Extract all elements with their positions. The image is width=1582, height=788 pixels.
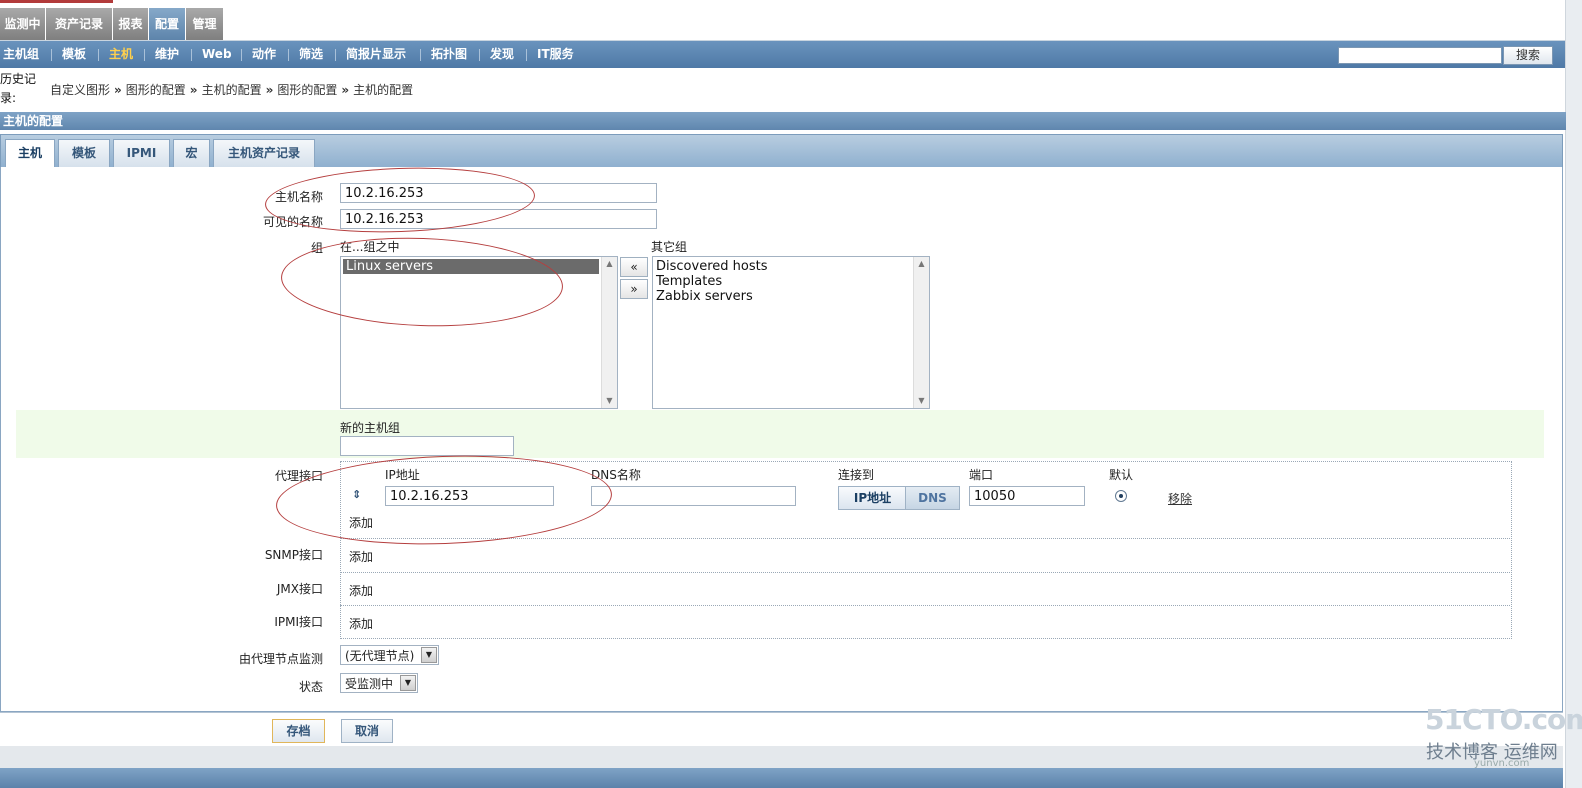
page-footer-gap: [0, 746, 1563, 768]
other-groups-label: 其它组: [651, 240, 688, 254]
status-label: 状态: [298, 680, 323, 694]
sub-separator: [526, 49, 527, 61]
col-default-header: 默认: [1109, 468, 1134, 482]
sub-separator: [191, 49, 192, 61]
copyright-bar: [0, 768, 1563, 788]
sub-separator: [479, 49, 480, 61]
breadcrumb-item[interactable]: 自定义图形: [50, 83, 110, 97]
col-connect-header: 连接到: [838, 468, 875, 482]
add-snmp-link[interactable]: 添加: [349, 548, 373, 565]
connect-ip-button[interactable]: IP地址: [838, 486, 907, 510]
top-menu-strip: [0, 0, 1582, 41]
row-divider: [340, 605, 1510, 606]
new-group-label: 新的主机组: [340, 421, 401, 435]
chevron-down-icon[interactable]: ▼: [421, 647, 437, 663]
proxy-label: 由代理节点监测: [238, 652, 323, 666]
sub-menu-bar: 主机组 模板 主机 维护 Web 动作 筛选 简报片显示 拓扑图 发现 IT服务: [0, 41, 1565, 68]
connect-dns-button[interactable]: DNS: [905, 486, 960, 510]
status-selected-value: 受监测中: [345, 677, 394, 691]
sub-item-filters[interactable]: 筛选: [299, 41, 323, 68]
breadcrumb-item[interactable]: 图形的配置: [126, 83, 186, 97]
sub-item-slideshows[interactable]: 简报片显示: [346, 41, 406, 68]
search-input[interactable]: [1338, 47, 1502, 64]
breadcrumb-separator: »: [114, 83, 122, 97]
agent-port-input[interactable]: 10050: [969, 486, 1085, 506]
add-jmx-link[interactable]: 添加: [349, 582, 373, 599]
tab-macros[interactable]: 宏: [173, 139, 210, 167]
ipmi-interfaces-label: IPMI接口: [274, 615, 323, 629]
sub-item-actions[interactable]: 动作: [252, 41, 276, 68]
col-port-header: 端口: [969, 468, 994, 482]
snmp-interfaces-label: SNMP接口: [264, 548, 323, 562]
breadcrumb-separator: »: [189, 83, 198, 97]
watermark-url: yunvn.com: [1474, 758, 1530, 769]
sub-separator: [51, 49, 52, 61]
main-tab-monitoring[interactable]: 监测中: [0, 8, 46, 40]
scroll-down-icon[interactable]: ▼: [602, 395, 617, 407]
history-label: 历史记录:: [0, 72, 37, 105]
scroll-down-icon[interactable]: ▼: [914, 395, 929, 407]
main-tab-administration[interactable]: 管理: [186, 8, 224, 40]
default-radio[interactable]: [1115, 490, 1127, 502]
new-group-input[interactable]: [340, 436, 514, 456]
main-tab-reports[interactable]: 报表: [113, 8, 149, 40]
sub-separator: [98, 49, 99, 61]
other-groups-listbox[interactable]: Discovered hosts Templates Zabbix server…: [652, 256, 930, 409]
sub-item-maintenance[interactable]: 维护: [155, 41, 179, 68]
chevron-down-icon[interactable]: ▼: [400, 675, 416, 691]
tab-templates[interactable]: 模板: [58, 139, 110, 167]
sub-separator: [144, 49, 145, 61]
form-footer: [0, 712, 1563, 747]
proxy-selected-value: (无代理节点): [345, 649, 415, 663]
list-item[interactable]: Zabbix servers: [653, 289, 929, 304]
main-tab-inventory[interactable]: 资产记录: [46, 8, 113, 40]
sub-item-hosts[interactable]: 主机: [109, 41, 133, 68]
sub-separator: [288, 49, 289, 61]
move-left-button[interactable]: «: [620, 257, 648, 277]
watermark-logo: 51CTO.com: [1425, 703, 1582, 736]
breadcrumb: 自定义图形» 图形的配置» 主机的配置» 图形的配置» 主机的配置: [50, 81, 413, 98]
new-group-row: [16, 410, 1544, 458]
main-tab-configuration[interactable]: 配置: [149, 8, 186, 40]
breadcrumb-item[interactable]: 主机的配置: [202, 83, 262, 97]
add-ipmi-link[interactable]: 添加: [349, 615, 373, 632]
sub-item-discovery[interactable]: 发现: [490, 41, 514, 68]
row-divider: [340, 538, 1510, 539]
breadcrumb-item[interactable]: 图形的配置: [277, 83, 337, 97]
proxy-select[interactable]: (无代理节点) ▼: [340, 645, 439, 665]
remove-link[interactable]: 移除: [1168, 490, 1192, 507]
listbox-scrollbar[interactable]: ▲ ▼: [913, 257, 929, 408]
sub-item-hostgroups[interactable]: 主机组: [3, 41, 39, 68]
tab-host-inventory[interactable]: 主机资产记录: [213, 139, 315, 167]
move-right-button[interactable]: »: [620, 279, 648, 299]
page-scrollbar[interactable]: [1565, 0, 1582, 788]
cancel-button[interactable]: 取消: [341, 719, 393, 743]
sub-separator: [335, 49, 336, 61]
row-divider: [340, 572, 1510, 573]
sub-separator: [420, 49, 421, 61]
section-title: 主机的配置: [0, 112, 1566, 130]
status-select[interactable]: 受监测中 ▼: [340, 673, 418, 693]
sub-item-maps[interactable]: 拓扑图: [431, 41, 467, 68]
sub-item-it-services[interactable]: IT服务: [537, 41, 574, 68]
list-item[interactable]: Templates: [653, 274, 929, 289]
breadcrumb-item[interactable]: 主机的配置: [353, 83, 413, 97]
sub-item-templates[interactable]: 模板: [62, 41, 86, 68]
save-button[interactable]: 存档: [272, 719, 325, 743]
jmx-interfaces-label: JMX接口: [276, 582, 323, 596]
tab-host[interactable]: 主机: [5, 139, 55, 167]
sub-separator: [241, 49, 242, 61]
tab-ipmi[interactable]: IPMI: [113, 139, 170, 167]
search-button[interactable]: 搜索: [1503, 46, 1553, 65]
top-accent-line: [0, 0, 113, 3]
breadcrumb-separator: »: [341, 83, 350, 97]
scroll-up-icon[interactable]: ▲: [602, 258, 617, 270]
scroll-up-icon[interactable]: ▲: [914, 258, 929, 270]
sub-item-web[interactable]: Web: [202, 41, 232, 68]
list-item[interactable]: Discovered hosts: [653, 259, 929, 274]
listbox-scrollbar[interactable]: ▲ ▼: [601, 257, 617, 408]
agent-dns-input[interactable]: [591, 486, 796, 506]
breadcrumb-separator: »: [265, 83, 274, 97]
